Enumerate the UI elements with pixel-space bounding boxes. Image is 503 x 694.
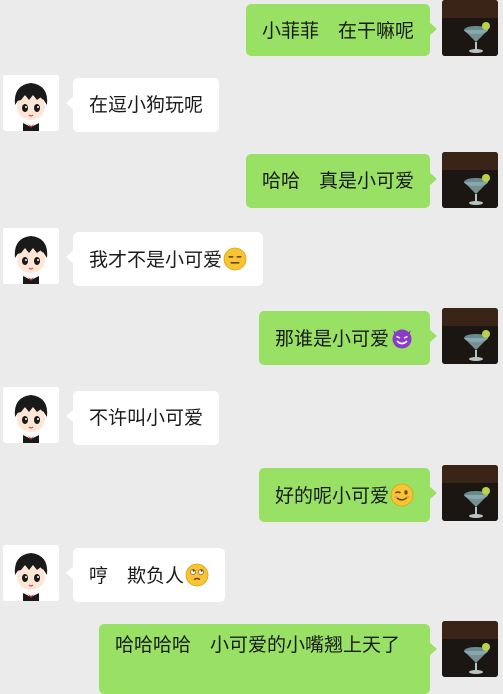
my-avatar[interactable] (442, 621, 498, 677)
my-avatar[interactable] (442, 0, 498, 56)
my-avatar[interactable] (442, 308, 498, 364)
message-bubble-outgoing[interactable]: 好的呢小可爱 (258, 468, 438, 522)
cartoon-boy-avatar-icon (3, 228, 59, 284)
message-bubble-incoming[interactable]: 哼 欺负人 (65, 548, 226, 602)
face-with-rolling-eyes-emoji-icon (185, 563, 209, 587)
cocktail-avatar-icon (442, 465, 498, 521)
cartoon-boy-avatar-icon (3, 75, 59, 131)
cartoon-boy-avatar-icon (3, 545, 59, 601)
message-text: 小菲菲 在干嘛呢 (261, 20, 414, 42)
contact-avatar[interactable] (3, 387, 59, 443)
expressionless-face-emoji-icon (223, 247, 247, 271)
cartoon-boy-avatar-icon (3, 387, 59, 443)
message-text: 那谁是小可爱 (274, 328, 389, 350)
message-bubble-outgoing[interactable]: 小菲菲 在干嘛呢 (245, 4, 438, 56)
contact-avatar[interactable] (3, 75, 59, 131)
message-text: 我才不是小可爱 (89, 249, 223, 271)
cocktail-avatar-icon (442, 0, 498, 56)
message-text: 不许叫小可爱 (89, 407, 204, 429)
cocktail-avatar-icon (442, 308, 498, 364)
cocktail-avatar-icon (442, 152, 498, 208)
message-text: 好的呢小可爱 (274, 485, 389, 507)
message-bubble-incoming[interactable]: 不许叫小可爱 (65, 391, 220, 445)
smiling-devil-emoji-icon (392, 329, 412, 349)
contact-avatar[interactable] (3, 545, 59, 601)
message-text: 在逗小狗玩呢 (89, 94, 204, 116)
message-text: 哼 欺负人 (89, 565, 185, 587)
message-text: 哈哈哈哈 小可爱的小嘴翘上天了 (115, 634, 401, 656)
message-bubble-outgoing[interactable]: 那谁是小可爱 (258, 311, 438, 365)
my-avatar[interactable] (442, 152, 498, 208)
message-bubble-outgoing[interactable]: 哈哈 真是小可爱 (245, 154, 438, 208)
message-bubble-incoming[interactable]: 我才不是小可爱 (65, 232, 264, 286)
message-bubble-incoming[interactable]: 在逗小狗玩呢 (65, 78, 220, 132)
message-text: 哈哈 真是小可爱 (261, 170, 414, 192)
winking-face-emoji-icon (390, 483, 414, 507)
contact-avatar[interactable] (3, 228, 59, 284)
my-avatar[interactable] (442, 465, 498, 521)
cocktail-avatar-icon (442, 621, 498, 677)
message-bubble-outgoing[interactable]: 哈哈哈哈 小可爱的小嘴翘上天了 (99, 624, 437, 694)
